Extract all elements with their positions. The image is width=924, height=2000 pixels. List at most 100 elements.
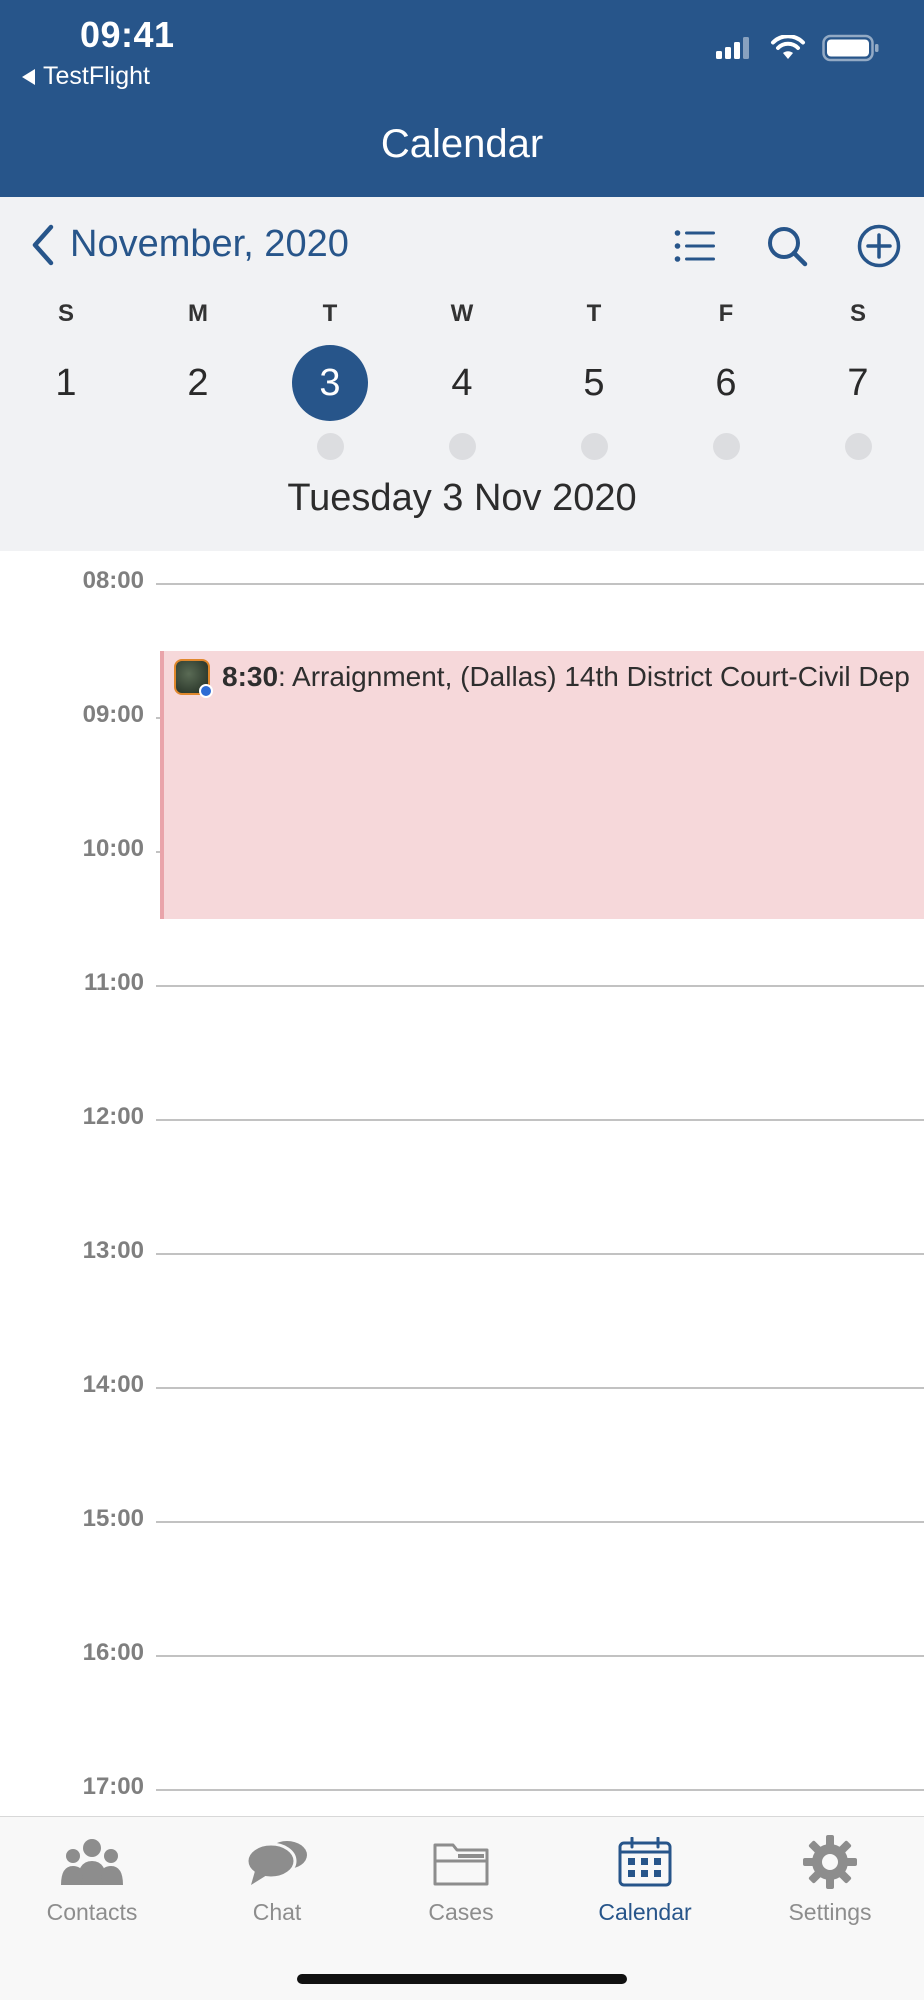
weekday-label: F	[718, 300, 734, 327]
tab-label: Settings	[788, 1899, 872, 1925]
hour-row: 16:00	[0, 1639, 924, 1666]
day-number[interactable]: 6	[688, 345, 764, 421]
event-indicator-dot	[448, 433, 476, 460]
hour-row: 13:00	[0, 1237, 924, 1264]
hour-label: 14:00	[82, 1371, 144, 1398]
tab-label: Chat	[252, 1899, 302, 1925]
bottom-tab-bar: Contacts Chat Cases Calendar Settings	[0, 1816, 924, 2000]
hour-row: 14:00	[0, 1371, 924, 1398]
weekday-label: W	[450, 300, 474, 327]
avatar-badge-icon	[199, 684, 213, 698]
hour-row: 08:00	[0, 567, 924, 594]
weekday-label: S	[849, 300, 866, 327]
back-to-testflight-link[interactable]: TestFlight	[22, 62, 150, 91]
hour-row: 11:00	[0, 969, 924, 996]
day-column[interactable]: F 6	[660, 299, 792, 460]
search-button[interactable]	[762, 221, 812, 271]
day-number[interactable]: 2	[160, 345, 236, 421]
cellular-signal-icon	[716, 37, 749, 59]
tab-cases[interactable]: Cases	[369, 1833, 553, 1926]
hour-row: 15:00	[0, 1505, 924, 1532]
hour-divider	[156, 1387, 924, 1389]
selected-date-heading: Tuesday 3 Nov 2020	[287, 477, 637, 519]
contacts-icon	[61, 1839, 123, 1885]
chat-icon	[245, 1841, 307, 1885]
search-icon	[768, 227, 808, 267]
event-summary: 8:30: Arraignment, (Dallas) 14th Distric…	[174, 659, 910, 698]
day-column[interactable]: S 7	[792, 299, 924, 460]
weekday-label: M	[188, 300, 208, 327]
day-column[interactable]: S 1	[0, 299, 132, 460]
hour-label: 08:00	[82, 567, 144, 594]
day-number[interactable]: 7	[820, 345, 896, 421]
hour-divider	[156, 583, 924, 585]
hour-label: 09:00	[82, 701, 144, 728]
event-indicator-dot	[580, 433, 608, 460]
home-indicator[interactable]	[297, 1974, 627, 1984]
battery-icon	[822, 34, 879, 62]
tab-settings[interactable]: Settings	[738, 1833, 922, 1926]
plus-circle-icon	[857, 224, 901, 268]
hour-label: 16:00	[82, 1639, 144, 1666]
hour-divider	[156, 1655, 924, 1657]
day-number[interactable]: 4	[424, 345, 500, 421]
day-column[interactable]: T 5	[528, 299, 660, 460]
tab-chat[interactable]: Chat	[185, 1833, 369, 1926]
selected-day-number[interactable]: 3	[292, 345, 368, 421]
weekday-label: T	[322, 300, 338, 327]
day-column[interactable]: W 4	[396, 299, 528, 460]
tab-calendar[interactable]: Calendar	[553, 1833, 737, 1926]
day-column[interactable]: M 2	[132, 299, 264, 460]
navigation-header: 09:41 TestFlight Calendar	[0, 0, 924, 197]
chevron-left-icon[interactable]	[30, 224, 56, 266]
hour-divider	[156, 1253, 924, 1255]
event-time: 8:30	[222, 661, 279, 692]
hour-divider	[156, 1119, 924, 1121]
hour-label: 13:00	[82, 1237, 144, 1264]
tab-label: Cases	[428, 1899, 494, 1925]
list-view-button[interactable]	[670, 221, 720, 271]
tab-label: Contacts	[46, 1899, 138, 1925]
wifi-icon	[771, 35, 805, 59]
hour-divider	[156, 1789, 924, 1791]
weekday-label: T	[586, 300, 602, 327]
event-title: : Arraignment, (Dallas) 14th District Co…	[278, 661, 910, 692]
calendar-icon	[618, 1837, 672, 1887]
hour-divider	[156, 985, 924, 987]
event-owner-avatar	[174, 659, 213, 698]
event-indicator-dot	[844, 433, 872, 460]
hour-label: 11:00	[83, 969, 144, 996]
settings-icon	[803, 1835, 857, 1889]
hour-divider	[156, 1521, 924, 1523]
hour-row: 17:00	[0, 1773, 924, 1800]
hour-label: 10:00	[82, 835, 144, 862]
day-column[interactable]: T 3	[264, 299, 396, 460]
status-time: 09:41	[80, 14, 175, 55]
calendar-event[interactable]: 8:30: Arraignment, (Dallas) 14th Distric…	[160, 651, 924, 919]
cases-icon	[433, 1843, 489, 1886]
calendar-toolbar	[670, 221, 904, 271]
event-indicator-dot	[185, 433, 212, 460]
tab-contacts[interactable]: Contacts	[0, 1833, 184, 1926]
page-title: Calendar	[380, 122, 544, 166]
event-indicator-dot	[712, 433, 740, 460]
weekday-label: S	[57, 300, 74, 327]
back-triangle-icon	[22, 68, 35, 85]
event-indicator-dot	[53, 433, 80, 460]
day-number[interactable]: 5	[556, 345, 632, 421]
hour-label: 17:00	[82, 1773, 144, 1800]
hour-label: 15:00	[82, 1505, 144, 1532]
month-selector[interactable]: November, 2020	[30, 223, 349, 266]
month-label: November, 2020	[70, 223, 349, 265]
day-number[interactable]: 1	[28, 345, 104, 421]
back-app-label: TestFlight	[43, 62, 150, 90]
list-icon	[674, 230, 715, 262]
day-timeline[interactable]: 08:00 09:00 10:00 11:00 12:00 13:00 14:0…	[0, 551, 924, 1816]
hour-row: 12:00	[0, 1103, 924, 1130]
calendar-header: November, 2020 S 1 M 2 T 3 W 4 T 5 F 6 S…	[0, 197, 924, 551]
add-event-button[interactable]	[854, 221, 904, 271]
event-indicator-dot	[316, 433, 344, 460]
status-icons	[714, 34, 880, 62]
tab-label: Calendar	[598, 1899, 692, 1925]
hour-label: 12:00	[82, 1103, 144, 1130]
